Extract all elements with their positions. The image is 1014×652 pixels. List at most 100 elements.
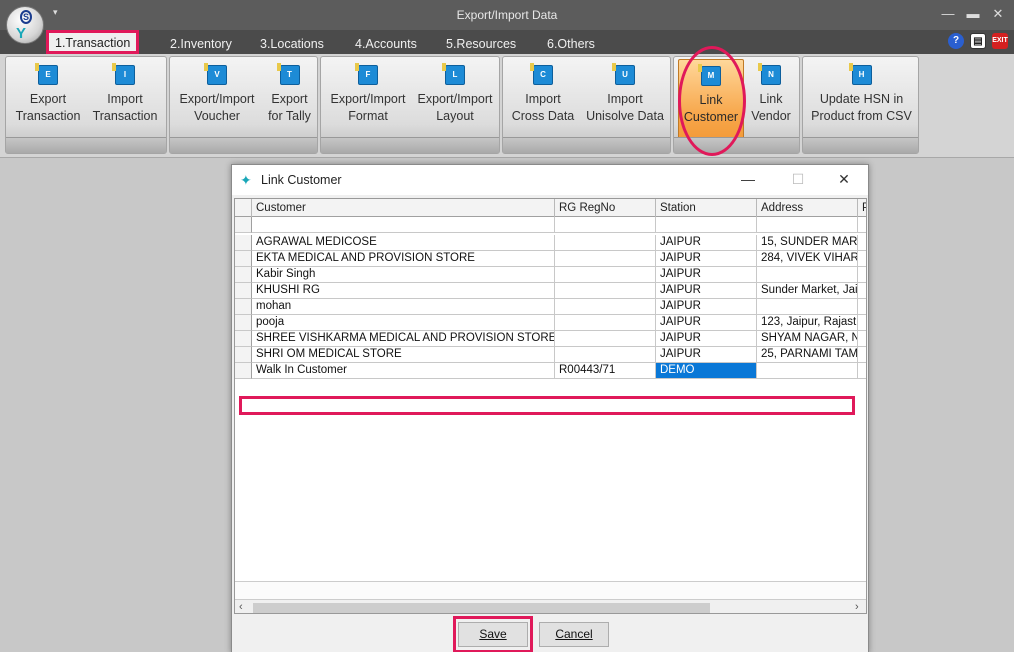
table-row[interactable]: mohan JAIPUR xyxy=(235,299,866,315)
help-icon[interactable]: ? xyxy=(948,33,964,49)
row-header[interactable] xyxy=(235,347,252,363)
cell-customer[interactable]: Kabir Singh xyxy=(252,267,555,283)
export-import-voucher-button[interactable]: V Export/Import Voucher xyxy=(172,63,262,135)
cell-customer[interactable]: EKTA MEDICAL AND PROVISION STORE xyxy=(252,251,555,267)
layout-icon: L xyxy=(442,63,465,85)
cell-station[interactable]: JAIPUR xyxy=(656,235,757,251)
minimize-button[interactable]: — xyxy=(938,6,958,21)
cell-customer[interactable]: mohan xyxy=(252,299,555,315)
col-station[interactable]: Station xyxy=(656,199,757,217)
row-header[interactable] xyxy=(235,299,252,315)
col-p[interactable]: P xyxy=(858,199,866,217)
cell-customer[interactable]: pooja xyxy=(252,315,555,331)
cell-rg-regno[interactable] xyxy=(555,299,656,315)
quick-access-dropdown-icon[interactable]: ▾ xyxy=(53,7,58,18)
cell-address[interactable] xyxy=(757,299,858,315)
cell-customer[interactable]: SHRI OM MEDICAL STORE xyxy=(252,347,555,363)
table-row[interactable]: Walk In Customer R00443/71 DEMO xyxy=(235,363,866,379)
cell-rg-regno[interactable] xyxy=(555,315,656,331)
table-row[interactable]: Kabir Singh JAIPUR xyxy=(235,267,866,283)
cell-rg-regno[interactable] xyxy=(555,347,656,363)
row-header[interactable] xyxy=(235,267,252,283)
tab-inventory[interactable]: 2.Inventory xyxy=(164,34,238,54)
table-row[interactable]: KHUSHI RG JAIPURSunder Market, Jaipur xyxy=(235,283,866,299)
grid-header: Customer RG RegNo Station Address P xyxy=(235,199,866,217)
customer-grid[interactable]: Customer RG RegNo Station Address P AGRA… xyxy=(234,198,867,614)
cell-address[interactable]: 123, Jaipur, Rajasthan xyxy=(757,315,858,331)
scroll-right-icon[interactable]: › xyxy=(855,601,859,613)
update-hsn-button[interactable]: H Update HSN in Product from CSV xyxy=(805,63,918,135)
ribbon: E Export Transaction I Import Transactio… xyxy=(0,54,1014,158)
cell-customer[interactable]: Walk In Customer xyxy=(252,363,555,379)
import-unisolve-data-button[interactable]: U Import Unisolve Data xyxy=(581,63,669,135)
export-for-tally-button[interactable]: T Export for Tally xyxy=(262,63,317,135)
cell-address[interactable]: 25, PARNAMI TAMPLE xyxy=(757,347,858,363)
cell-rg-regno[interactable] xyxy=(555,331,656,347)
cell-address[interactable]: 15, SUNDER MARKET xyxy=(757,235,858,251)
exit-icon[interactable]: EXIT xyxy=(992,33,1008,49)
tab-locations[interactable]: 3.Locations xyxy=(254,34,330,54)
cell-station[interactable]: JAIPUR xyxy=(656,347,757,363)
cell-rg-regno[interactable] xyxy=(555,267,656,283)
filter-rg[interactable] xyxy=(555,217,656,233)
maximize-button[interactable]: ▬ xyxy=(963,6,983,21)
table-row[interactable]: AGRAWAL MEDICOSE JAIPUR15, SUNDER MARKET xyxy=(235,235,866,251)
table-row[interactable]: pooja JAIPUR123, Jaipur, Rajasthan xyxy=(235,315,866,331)
horizontal-scrollbar[interactable]: ‹ › xyxy=(235,599,866,613)
notes-icon[interactable]: ▤ xyxy=(970,33,986,49)
cell-customer[interactable]: SHREE VISHKARMA MEDICAL AND PROVISION ST… xyxy=(252,331,555,347)
cell-address[interactable] xyxy=(757,267,858,283)
cell-station[interactable]: DEMO xyxy=(656,363,757,379)
cancel-button[interactable]: Cancel xyxy=(539,622,609,647)
cell-rg-regno[interactable]: R00443/71 xyxy=(555,363,656,379)
cell-address[interactable]: SHYAM NAGAR, NEAR xyxy=(757,331,858,347)
tab-others[interactable]: 6.Others xyxy=(541,34,601,54)
app-logo-icon[interactable]: S Y xyxy=(6,6,44,44)
cell-station[interactable]: JAIPUR xyxy=(656,331,757,347)
cell-rg-regno[interactable] xyxy=(555,251,656,267)
link-vendor-button[interactable]: N Link Vendor xyxy=(746,63,796,135)
import-cross-data-button[interactable]: C Import Cross Data xyxy=(505,63,581,135)
tab-transaction[interactable]: 1.Transaction xyxy=(46,30,140,54)
export-import-format-button[interactable]: F Export/Import Format xyxy=(323,63,413,135)
row-header[interactable] xyxy=(235,235,252,251)
filter-address[interactable] xyxy=(757,217,858,233)
scroll-thumb[interactable] xyxy=(253,603,710,613)
cell-station[interactable]: JAIPUR xyxy=(656,251,757,267)
cell-station[interactable]: JAIPUR xyxy=(656,283,757,299)
dialog-close-button[interactable]: ✕ xyxy=(834,171,854,188)
scroll-left-icon[interactable]: ‹ xyxy=(239,601,243,613)
cell-address[interactable]: Sunder Market, Jaipur xyxy=(757,283,858,299)
filter-customer[interactable] xyxy=(252,217,555,233)
save-highlight-box xyxy=(453,616,533,652)
filter-station[interactable] xyxy=(656,217,757,233)
cell-rg-regno[interactable] xyxy=(555,235,656,251)
col-rg-regno[interactable]: RG RegNo xyxy=(555,199,656,217)
col-customer[interactable]: Customer xyxy=(252,199,555,217)
row-header[interactable] xyxy=(235,283,252,299)
cell-station[interactable]: JAIPUR xyxy=(656,267,757,283)
dialog-minimize-button[interactable]: — xyxy=(738,171,758,187)
tab-resources[interactable]: 5.Resources xyxy=(440,34,522,54)
cell-station[interactable]: JAIPUR xyxy=(656,299,757,315)
table-row[interactable]: EKTA MEDICAL AND PROVISION STORE JAIPUR 28… xyxy=(235,251,866,267)
close-button[interactable]: ✕ xyxy=(988,6,1008,22)
row-header[interactable] xyxy=(235,251,252,267)
table-row[interactable]: SHREE VISHKARMA MEDICAL AND PROVISION ST… xyxy=(235,331,866,347)
row-header[interactable] xyxy=(235,315,252,331)
cell-customer[interactable]: KHUSHI RG xyxy=(252,283,555,299)
dialog-maximize-button[interactable]: ☐ xyxy=(788,171,808,188)
cell-customer[interactable]: AGRAWAL MEDICOSE xyxy=(252,235,555,251)
row-header[interactable] xyxy=(235,331,252,347)
cell-rg-regno[interactable] xyxy=(555,283,656,299)
col-address[interactable]: Address xyxy=(757,199,858,217)
cell-address[interactable] xyxy=(757,363,858,379)
tab-accounts[interactable]: 4.Accounts xyxy=(349,34,423,54)
export-import-layout-button[interactable]: L Export/Import Layout xyxy=(411,63,499,135)
cell-station[interactable]: JAIPUR xyxy=(656,315,757,331)
row-header[interactable] xyxy=(235,363,252,379)
cell-address[interactable]: 284, VIVEK VIHAR, NE xyxy=(757,251,858,267)
export-transaction-button[interactable]: E Export Transaction xyxy=(10,63,86,135)
table-row[interactable]: SHRI OM MEDICAL STORE JAIPUR 25, PARNAMI T… xyxy=(235,347,866,363)
import-transaction-button[interactable]: I Import Transaction xyxy=(87,63,163,135)
